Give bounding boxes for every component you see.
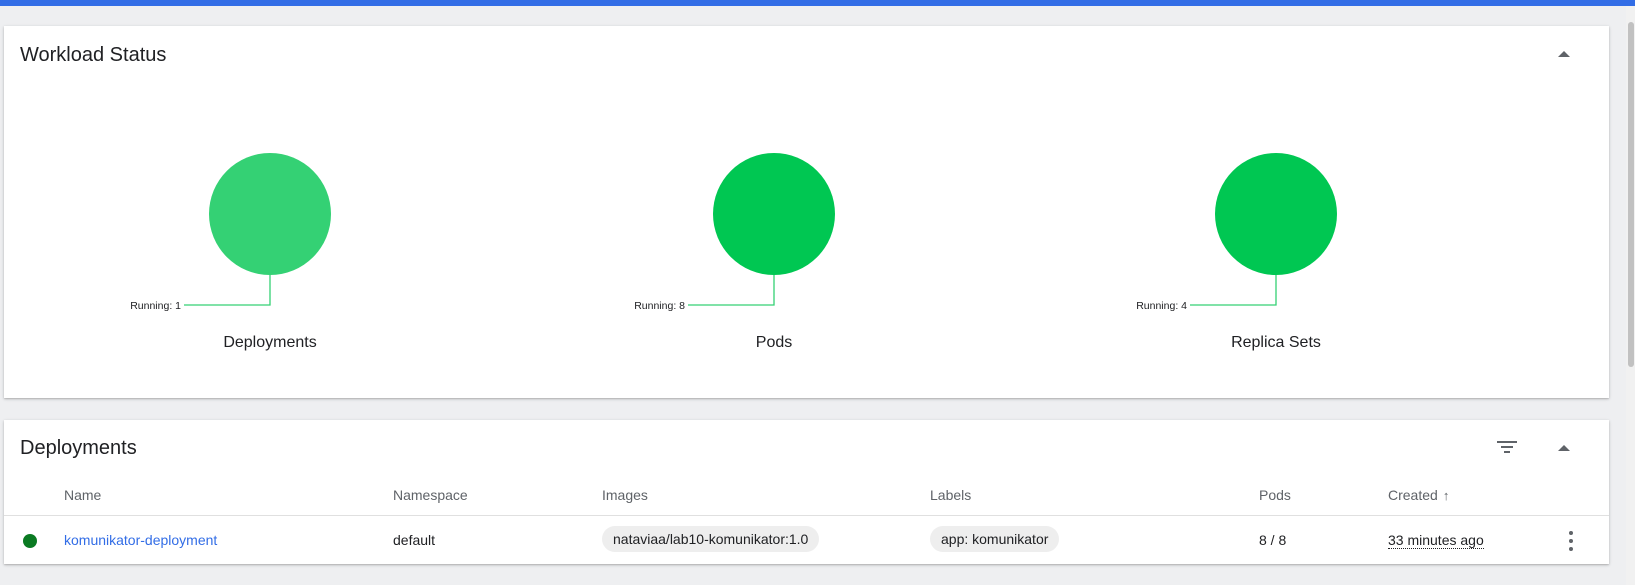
column-header-pods: Pods — [1259, 487, 1291, 503]
replica-sets-legend-text: Running: 4 — [1136, 300, 1187, 312]
deployment-label-chip: app: komunikator — [930, 526, 1060, 552]
deployments-running-slice — [209, 153, 331, 275]
column-header-created[interactable]: Created ↑ — [1388, 487, 1449, 503]
deployment-namespace: default — [393, 532, 436, 548]
pods-legend-text: Running: 8 — [634, 300, 685, 312]
pods-chart: Running: 8 — [634, 153, 835, 312]
deployment-image-chip: nataviaa/lab10-komunikator:1.0 — [602, 526, 820, 552]
workload-status-card: Workload Status Running: 1 Running: 8 Ru… — [4, 26, 1609, 398]
scrollbar-thumb[interactable] — [1628, 22, 1634, 367]
table-header-divider — [4, 515, 1609, 516]
column-header-images: Images — [602, 487, 648, 503]
column-header-name[interactable]: Name — [64, 487, 101, 503]
column-header-labels: Labels — [930, 487, 972, 503]
pods-running-slice — [713, 153, 835, 275]
deployments-title: Deployments — [20, 437, 137, 459]
deployment-created: 33 minutes ago — [1388, 532, 1484, 549]
replica-sets-chart: Running: 4 — [1136, 153, 1337, 312]
deployment-pods: 8 / 8 — [1259, 532, 1287, 548]
top-brand-bar — [0, 0, 1635, 6]
replica-sets-chart-label: Replica Sets — [1231, 334, 1321, 351]
collapse-deployments-icon[interactable] — [1558, 445, 1570, 451]
deployment-name-link[interactable]: komunikator-deployment — [64, 532, 217, 548]
deployments-legend-text: Running: 1 — [130, 300, 181, 312]
deployments-chart: Running: 1 — [130, 153, 331, 312]
arrow-up-icon: ↑ — [1442, 488, 1450, 503]
replica-sets-legend-line — [1190, 275, 1277, 306]
pods-legend-line — [688, 275, 775, 306]
pods-chart-label: Pods — [755, 334, 793, 351]
deployments-card: Deployments Name Namespace Images Labels… — [4, 420, 1609, 564]
status-running-icon — [23, 534, 37, 548]
deployment-created-time: 33 minutes ago — [1388, 532, 1484, 549]
filter-icon[interactable] — [1497, 439, 1517, 455]
deployments-legend-line — [184, 275, 271, 306]
column-header-namespace: Namespace — [393, 487, 468, 503]
more-vert-icon[interactable] — [1568, 531, 1574, 551]
column-header-created-label: Created — [1388, 487, 1438, 503]
replica-sets-running-slice — [1215, 153, 1337, 275]
deployments-chart-label: Deployments — [223, 334, 317, 351]
